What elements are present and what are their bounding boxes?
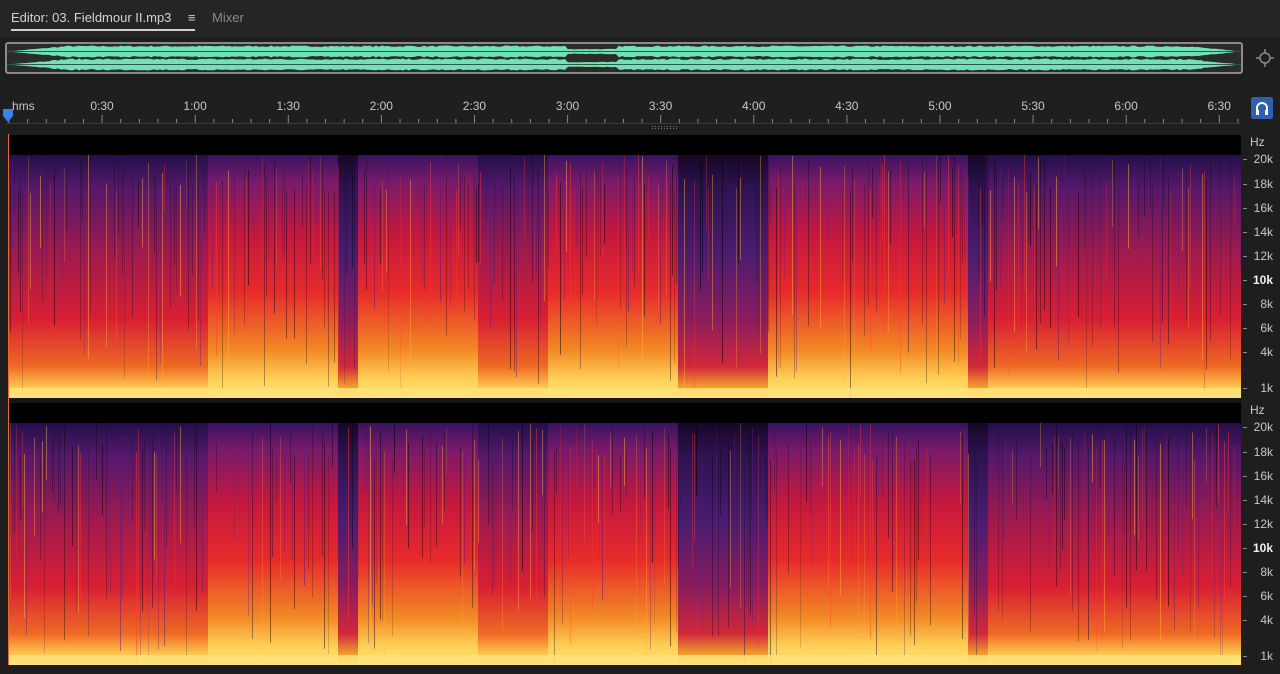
frequency-label: 10k <box>1252 273 1273 287</box>
frequency-tick <box>1243 620 1247 621</box>
ruler-unit-label: hms <box>12 99 35 113</box>
frequency-tick <box>1243 452 1247 453</box>
frequency-label: 12k <box>1253 249 1273 263</box>
frequency-tick <box>1243 427 1247 428</box>
frequency-label: 8k <box>1260 297 1273 311</box>
frequency-label: 1k <box>1260 381 1273 395</box>
frequency-tick <box>1243 596 1247 597</box>
ruler-tick-label: 2:00 <box>369 99 393 113</box>
frequency-label: 12k <box>1253 517 1273 531</box>
ruler-tick-label: 6:30 <box>1207 99 1231 113</box>
ruler-tick-label: 4:00 <box>742 99 766 113</box>
ruler-tick-label: 1:30 <box>276 99 300 113</box>
hamburger-menu-icon[interactable]: ≡ <box>188 10 196 25</box>
frequency-tick <box>1243 524 1247 525</box>
tab-editor[interactable]: Editor: 03. Fieldmour II.mp3 ≡ <box>11 9 196 31</box>
frequency-tick <box>1243 256 1247 257</box>
frequency-tick <box>1243 500 1247 501</box>
ruler-tick-label: 6:00 <box>1114 99 1138 113</box>
spectral-channel-right[interactable] <box>8 403 1241 665</box>
tab-editor-label: Editor: 03. Fieldmour II.mp3 <box>11 10 172 25</box>
frequency-tick <box>1243 159 1247 160</box>
frequency-label: 16k <box>1253 469 1273 483</box>
ruler-tick-label: 3:00 <box>555 99 580 113</box>
spectral-display-right <box>8 403 1241 665</box>
frequency-tick <box>1243 232 1247 233</box>
frequency-label: 10k <box>1252 541 1273 555</box>
panel-resize-grip[interactable] <box>652 126 680 130</box>
frequency-label: 20k <box>1253 152 1273 166</box>
playhead-marker-icon[interactable] <box>3 109 13 122</box>
frequency-label: 14k <box>1253 225 1273 239</box>
frequency-tick <box>1243 208 1247 209</box>
frequency-label: 8k <box>1260 565 1273 579</box>
frequency-tick <box>1243 328 1247 329</box>
ruler-tick-label: 5:30 <box>1021 99 1045 113</box>
frequency-scale-right: Hz 20k 18k 16k 14k 12k 10k 8k 6k 4k 1k <box>1243 403 1280 665</box>
frequency-label: 18k <box>1253 177 1273 191</box>
overview-waveform-graphic <box>7 45 1241 71</box>
frequency-label: 4k <box>1260 613 1273 627</box>
ruler-tick-label: 5:00 <box>928 99 952 113</box>
ruler-ticks <box>8 115 1239 123</box>
frequency-label: 1k <box>1260 649 1273 663</box>
ruler-tick-label: 4:30 <box>835 99 859 113</box>
spectral-display-left <box>8 135 1241 398</box>
zoom-navigator-icon[interactable] <box>1255 48 1275 68</box>
ruler-tick-label: 1:00 <box>183 99 207 113</box>
frequency-tick <box>1243 280 1247 281</box>
frequency-scale-left: Hz 20k 18k 16k 14k 12k 10k 8k 6k 4k 1k <box>1243 135 1280 398</box>
frequency-tick <box>1243 572 1247 573</box>
frequency-label: 6k <box>1260 321 1273 335</box>
ruler-tick-label: 0:30 <box>90 99 114 113</box>
headphones-icon[interactable] <box>1251 97 1273 119</box>
frequency-label: 14k <box>1253 493 1273 507</box>
tab-mixer[interactable]: Mixer <box>212 9 244 27</box>
frequency-tick <box>1243 476 1247 477</box>
frequency-label: 16k <box>1253 201 1273 215</box>
overview-waveform[interactable] <box>5 42 1243 74</box>
frequency-tick <box>1243 352 1247 353</box>
frequency-label: 6k <box>1260 589 1273 603</box>
frequency-tick <box>1243 304 1247 305</box>
active-tab-indicator <box>11 29 196 31</box>
frequency-tick <box>1243 184 1247 185</box>
frequency-label: 20k <box>1253 420 1273 434</box>
ruler-tick-label: 3:30 <box>648 99 673 113</box>
playback-cursor-line <box>8 134 9 665</box>
frequency-label: 18k <box>1253 445 1273 459</box>
spectral-channel-left[interactable] <box>8 135 1241 398</box>
tab-bar: Editor: 03. Fieldmour II.mp3 ≡ Mixer <box>0 0 1280 38</box>
frequency-tick <box>1243 656 1247 657</box>
frequency-tick <box>1243 388 1247 389</box>
frequency-unit-label: Hz <box>1250 135 1265 149</box>
frequency-unit-label: Hz <box>1250 403 1265 417</box>
time-ruler[interactable]: hms 0:30 1:00 1:30 2:00 2:30 3:00 3:30 4:00 4:30… <box>6 96 1241 124</box>
frequency-label: 4k <box>1260 345 1273 359</box>
ruler-tick-label: 2:30 <box>462 99 487 113</box>
frequency-tick <box>1243 548 1247 549</box>
